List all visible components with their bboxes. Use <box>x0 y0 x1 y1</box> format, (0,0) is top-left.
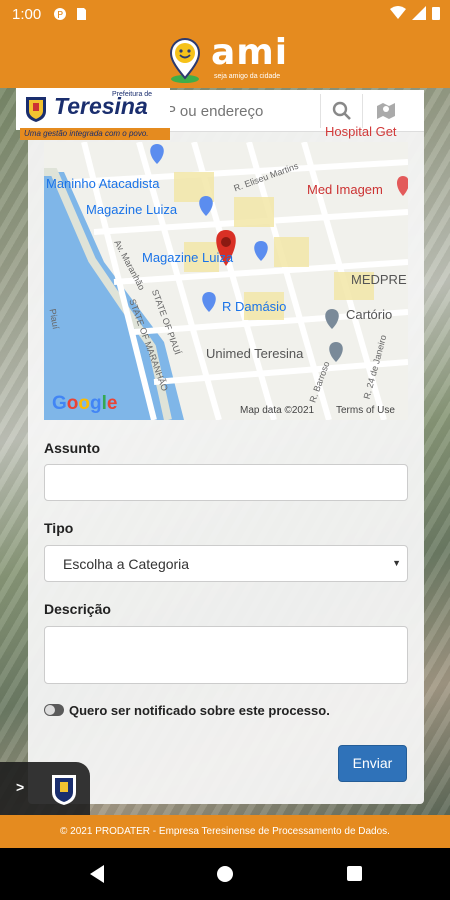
recents-icon[interactable] <box>347 866 362 881</box>
map-place-magazine-1: Magazine Luiza <box>86 202 178 217</box>
app-header: ami seja amigo da cidade <box>0 30 450 88</box>
map-place-label: Hospital Get <box>325 124 397 139</box>
subject-input[interactable] <box>44 464 408 501</box>
map-terms-link[interactable]: Terms of Use <box>336 405 395 416</box>
prefeitura-brand: Prefeitura de Teresina Uma gestão integr… <box>16 88 170 142</box>
map-place-maninho: Maninho Atacadista <box>46 176 160 191</box>
map-place-medpre: MEDPRE <box>351 272 407 287</box>
description-label: Descrição <box>44 601 111 617</box>
system-nav-bar <box>0 848 450 900</box>
submit-button[interactable]: Enviar <box>338 745 407 782</box>
teresina-crest-icon <box>52 775 76 805</box>
map-pin-smile-icon <box>169 38 201 83</box>
map-place-magazine-2: Magazine Luiza <box>142 250 234 265</box>
map-place-medimagem: Med Imagem <box>307 182 383 197</box>
sim-card-icon <box>77 8 86 20</box>
back-icon[interactable] <box>90 865 104 883</box>
footer: © 2021 PRODATER - Empresa Teresinense de… <box>0 815 450 848</box>
shopping-pin-icon <box>150 144 164 164</box>
brand-slogan: Uma gestão integrada com o povo. <box>20 128 170 140</box>
status-bar: 1:00 P <box>0 0 450 30</box>
app-name: ami <box>211 32 289 73</box>
search-divider-2 <box>362 94 363 128</box>
map-view[interactable]: Maninho Atacadista Magazine Luiza Med Im… <box>44 142 408 420</box>
search-divider <box>320 94 321 128</box>
signal-icon <box>412 6 426 20</box>
map-place-damasio: R Damásio <box>222 299 287 314</box>
home-icon[interactable] <box>217 866 233 882</box>
map-layers-icon[interactable] <box>374 99 398 123</box>
notify-toggle[interactable] <box>44 704 64 716</box>
notify-label: Quero ser notificado sobre este processo… <box>69 703 330 718</box>
shopping-pin-icon <box>199 196 213 216</box>
teresina-crest-icon <box>26 97 46 122</box>
type-select-value: Escolha a Categoria <box>63 556 190 572</box>
map-data-attribution: Map data ©2021 <box>240 405 315 416</box>
shopping-pin-icon <box>254 241 268 261</box>
search-icon[interactable] <box>330 99 354 123</box>
notification-icon: P <box>54 8 66 21</box>
brand-name: Teresina <box>54 93 148 119</box>
side-drawer-handle[interactable]: > <box>0 762 90 816</box>
svg-text:P: P <box>57 10 63 21</box>
place-pin-icon <box>325 309 339 329</box>
chevron-down-icon: ▼ <box>392 558 401 568</box>
place-pin-icon <box>329 342 343 362</box>
google-logo: Google <box>52 393 118 414</box>
chevron-right-icon[interactable]: > <box>16 779 24 795</box>
type-label: Tipo <box>44 520 74 536</box>
status-time: 1:00 <box>12 6 42 23</box>
map-place-cartorio: Cartório <box>346 307 393 322</box>
battery-icon <box>432 7 440 20</box>
app-tagline: seja amigo da cidade <box>214 73 281 80</box>
search-input[interactable] <box>166 98 316 124</box>
map-place-unimed: Unimed Teresina <box>206 346 304 361</box>
ami-logo: ami seja amigo da cidade <box>167 32 289 86</box>
subject-label: Assunto <box>44 440 100 456</box>
pharmacy-pin-icon <box>202 292 216 312</box>
wifi-icon <box>390 6 406 19</box>
description-textarea[interactable] <box>44 626 408 684</box>
status-right-icons <box>390 6 440 20</box>
type-select[interactable]: Escolha a Categoria ▼ <box>44 545 408 582</box>
health-pin-icon <box>397 176 408 196</box>
